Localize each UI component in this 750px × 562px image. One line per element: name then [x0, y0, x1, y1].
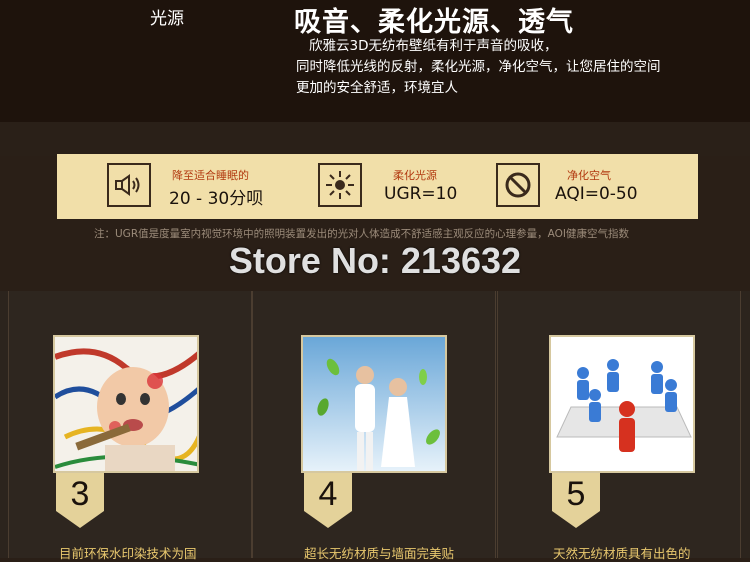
org-chart-figures-photo: [549, 335, 695, 473]
feature-strip: 降至适合睡眠的 20 - 30分呗 柔化光源 UGR=10 净化空气 AQI=0…: [57, 154, 698, 219]
number-badge: 3: [56, 473, 104, 528]
card-text: 目前环保水印染技术为国: [59, 546, 197, 561]
card-number: 5: [566, 475, 586, 513]
couple-breeze-photo: [301, 335, 447, 473]
feature-caption: 降至适合睡眠的: [172, 169, 249, 182]
footnote: 注：UGR值是度量室内视觉环境中的照明装置发出的光对人体造成不舒适感主观反应的心…: [94, 228, 629, 240]
feature-value: 20 - 30分呗: [169, 189, 264, 209]
section-description: 欣雅云3D无纺布壁纸有利于声音的吸收， 同时降低光线的反射，柔化光源，净化空气，…: [296, 36, 716, 99]
feature-caption: 柔化光源: [393, 169, 437, 182]
feature-value: UGR=10: [384, 184, 458, 204]
baby-paint-photo: [53, 335, 199, 473]
card-text: 天然无纺材质具有出色的: [553, 546, 691, 561]
feature-value: AQI=0-50: [555, 184, 638, 204]
intro-section: 光源 吸音、柔化光源、透气 欣雅云3D无纺布壁纸有利于声音的吸收， 同时降低光线…: [0, 0, 750, 122]
store-watermark: Store No: 213632: [228, 240, 522, 281]
section-title: 吸音、柔化光源、透气: [294, 7, 574, 38]
desc-line: 欣雅云3D无纺布壁纸有利于声音的吸收，: [309, 38, 558, 54]
card-text: 超长无纺材质与墙面完美贴: [304, 546, 455, 561]
desc-line: 同时降低光线的反射，柔化光源，净化空气，让您居住的空间: [296, 59, 661, 75]
card-number: 3: [70, 475, 90, 513]
sun-icon: [318, 163, 362, 207]
number-badge: 4: [304, 473, 352, 528]
prohibited-icon: [496, 163, 540, 207]
feature-caption: 净化空气: [567, 169, 611, 182]
side-label: 光源: [150, 9, 184, 29]
desc-line: 更加的安全舒适，环境宜人: [296, 80, 458, 96]
card-number: 4: [318, 475, 338, 513]
speaker-icon: [107, 163, 151, 207]
divider-band: [0, 122, 750, 156]
number-badge: 5: [552, 473, 600, 528]
